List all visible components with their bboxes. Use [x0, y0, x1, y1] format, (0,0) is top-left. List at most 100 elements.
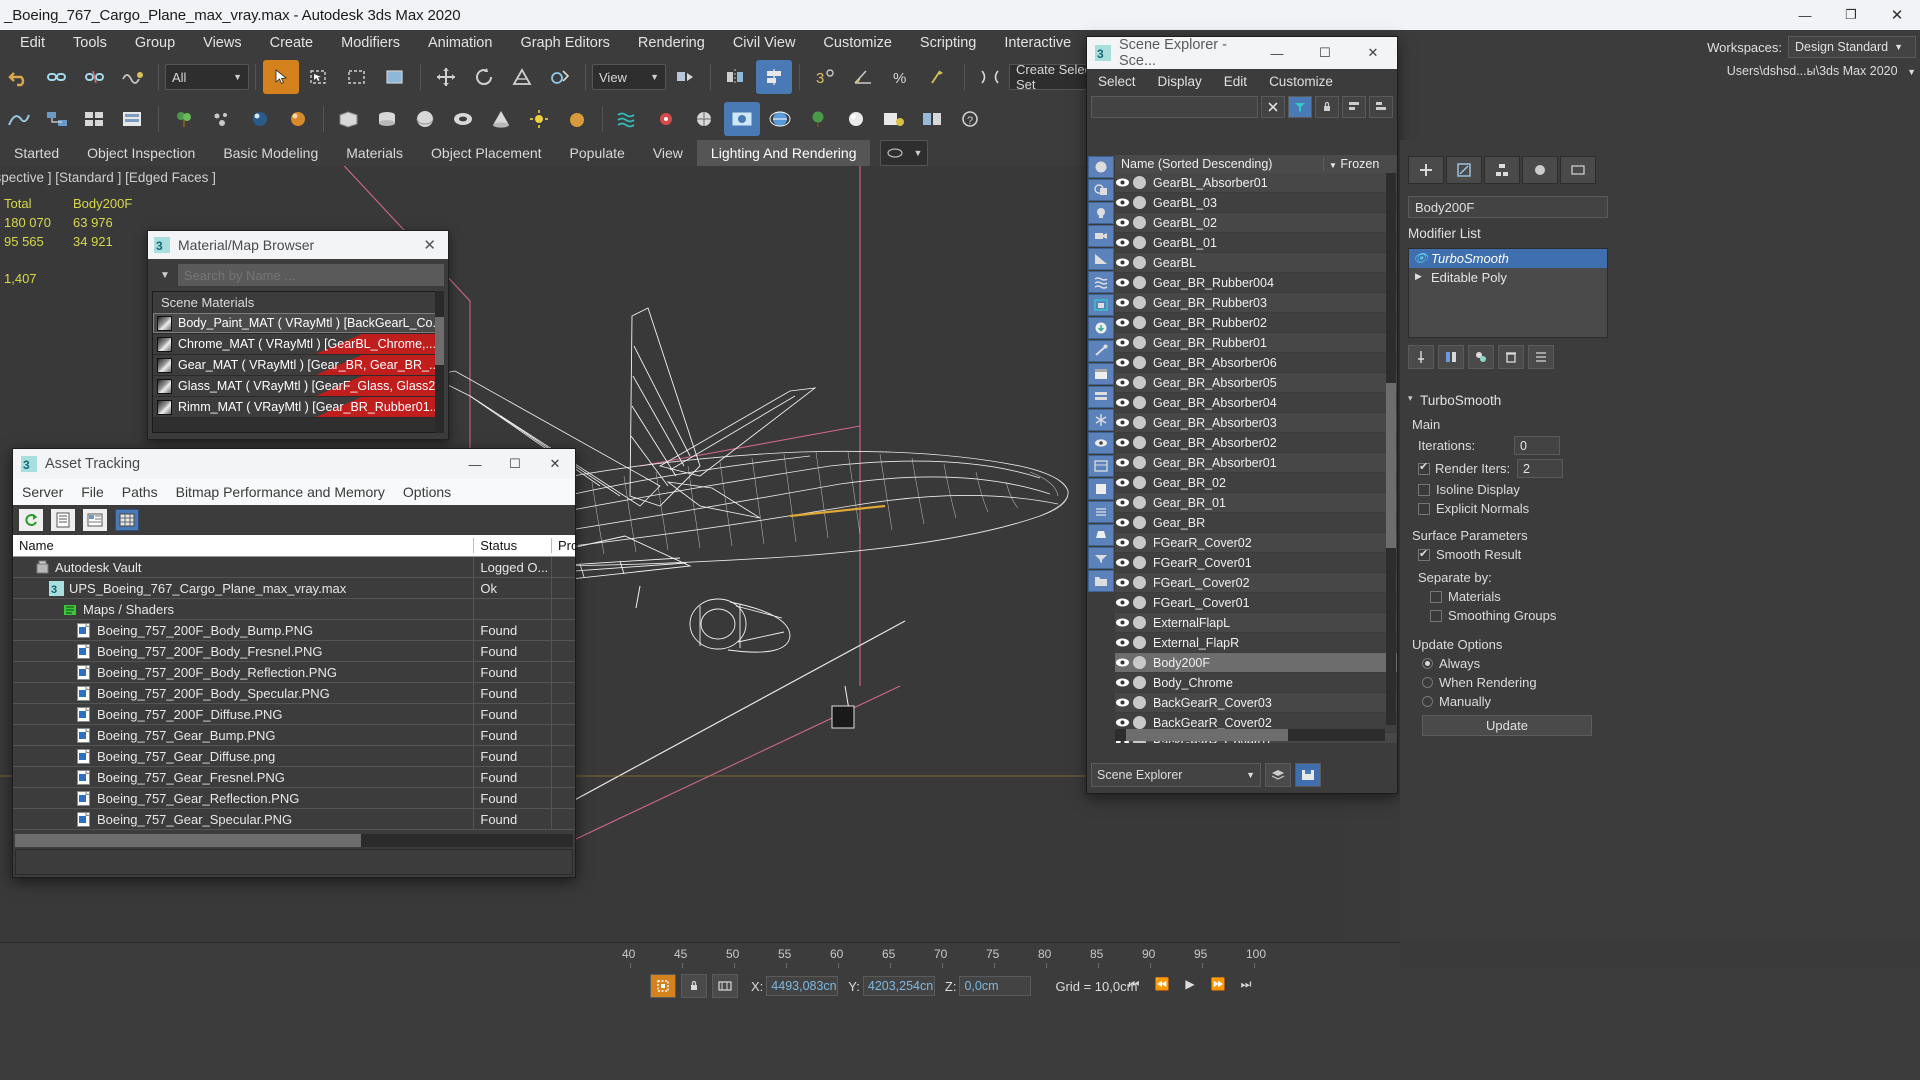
rollout-title[interactable]: TurboSmooth	[1408, 390, 1608, 411]
scene-object-row[interactable]: Gear_BR_Absorber06	[1115, 353, 1397, 372]
tab-modify[interactable]	[1446, 156, 1482, 184]
minimize-button[interactable]: —	[455, 449, 495, 479]
material-list-scrollbar[interactable]	[435, 291, 444, 433]
go-to-end-icon[interactable]: ⏭	[1234, 972, 1258, 996]
select-rotate-icon[interactable]	[466, 60, 502, 94]
separate-smoothing-groups-checkbox[interactable]	[1430, 609, 1442, 622]
environment-icon[interactable]	[686, 102, 722, 136]
scene-object-row[interactable]: FGearL_Cover01	[1115, 593, 1397, 612]
quad-menu-icon[interactable]	[914, 102, 950, 136]
scene-object-row[interactable]: External_FlapR	[1115, 633, 1397, 652]
use-pivot-point-icon[interactable]	[667, 60, 703, 94]
scene-object-row[interactable]: Body200F	[1115, 653, 1397, 672]
ribbon-tab-materials[interactable]: Materials	[332, 140, 417, 166]
eye-icon[interactable]	[1115, 177, 1133, 188]
eye-icon[interactable]	[1115, 637, 1133, 648]
cone-primitive-icon[interactable]	[483, 102, 519, 136]
material-list[interactable]: Scene Materials Body_Paint_MAT ( VRayMtl…	[152, 291, 444, 433]
separate-smoothing-groups-row[interactable]: Smoothing Groups	[1430, 608, 1608, 623]
eye-icon[interactable]	[1115, 397, 1133, 408]
tree-icon[interactable]	[800, 102, 836, 136]
bind-space-warp-icon[interactable]	[115, 60, 151, 94]
eye-icon[interactable]	[1115, 677, 1133, 688]
eye-icon[interactable]	[1115, 377, 1133, 388]
edit-named-selection-sets-icon[interactable]	[972, 60, 1008, 94]
rectangular-select-icon[interactable]	[339, 60, 375, 94]
asset-menu-bitmap-performance-and-memory[interactable]: Bitmap Performance and Memory	[167, 484, 394, 500]
make-unique-icon[interactable]	[1468, 345, 1494, 369]
menu-item-scripting[interactable]: Scripting	[906, 30, 990, 56]
scene-object-row[interactable]: Gear_BR_Rubber03	[1115, 293, 1397, 312]
layers-icon[interactable]	[1265, 763, 1291, 787]
filter-bones-icon[interactable]	[1088, 340, 1114, 362]
chevron-down-icon[interactable]: ▼	[152, 270, 178, 281]
scene-object-row[interactable]: Body_Chrome	[1115, 673, 1397, 692]
omni-light-icon[interactable]	[521, 102, 557, 136]
material-editor-icon[interactable]	[77, 102, 113, 136]
curve-editor-icon[interactable]	[1, 102, 37, 136]
ribbon-tab-view[interactable]: View	[639, 140, 697, 166]
update-when-rendering-row[interactable]: When Rendering	[1422, 675, 1608, 690]
globe-icon[interactable]	[762, 102, 798, 136]
asset-menu-server[interactable]: Server	[13, 484, 72, 500]
render-setup-icon[interactable]	[115, 102, 151, 136]
column-pro[interactable]: Pro	[551, 538, 578, 553]
scene-object-row[interactable]: GearBL_01	[1115, 233, 1397, 252]
scene-object-row[interactable]: Gear_BR_02	[1115, 473, 1397, 492]
z-field[interactable]: 0,0cm	[959, 976, 1032, 996]
timeline-ruler[interactable]: 40 45 50 55 60 65 70 75 80 85 90 95 100	[0, 942, 1400, 969]
filter-geometry-icon[interactable]	[1088, 156, 1114, 178]
go-to-start-icon[interactable]: ⏮	[1122, 972, 1146, 996]
scene-object-row[interactable]: Gear_BR	[1115, 513, 1397, 532]
scene-object-row[interactable]: FGearL_Cover02	[1115, 573, 1397, 592]
eye-icon[interactable]	[1115, 257, 1133, 268]
light-sphere-icon[interactable]	[838, 102, 874, 136]
scene-explorer-menu-customize[interactable]: Customize	[1258, 74, 1344, 89]
eye-icon[interactable]	[1115, 537, 1133, 548]
workspace-combo[interactable]: Design Standard ▼	[1788, 36, 1916, 58]
scene-explorer-menu-edit[interactable]: Edit	[1213, 74, 1258, 89]
eye-icon[interactable]	[1115, 237, 1133, 248]
asset-row[interactable]: Boeing_757_Gear_Specular.PNG Found	[13, 808, 575, 830]
scene-explorer-name-combo[interactable]: Scene Explorer ▼	[1091, 763, 1261, 787]
lock-selection-icon[interactable]	[681, 974, 707, 998]
tab-display[interactable]	[1560, 156, 1596, 184]
select-move-icon[interactable]	[428, 60, 464, 94]
tab-create[interactable]	[1408, 156, 1444, 184]
filter-xrefs-icon[interactable]	[1088, 317, 1114, 339]
scene-object-row[interactable]: Gear_BR_Absorber05	[1115, 373, 1397, 392]
asset-row[interactable]: Boeing_757_200F_Body_Specular.PNG Found	[13, 682, 575, 704]
tab-hierarchy[interactable]	[1484, 156, 1520, 184]
separate-materials-checkbox[interactable]	[1430, 590, 1442, 603]
menu-item-animation[interactable]: Animation	[414, 30, 506, 56]
scene-object-row[interactable]: FGearR_Cover01	[1115, 553, 1397, 572]
explicit-normals-checkbox[interactable]	[1418, 502, 1430, 515]
scene-explorer-menu-select[interactable]: Select	[1087, 74, 1147, 89]
filter-hidden-icon[interactable]	[1088, 432, 1114, 454]
scene-object-row[interactable]: GearBL_02	[1115, 213, 1397, 232]
x-field[interactable]: 4493,083cn	[766, 976, 839, 996]
unlink-icon[interactable]	[77, 60, 113, 94]
filter-helpers-icon[interactable]	[1088, 248, 1114, 270]
tab-motion[interactable]	[1522, 156, 1558, 184]
select-scale-icon[interactable]	[504, 60, 540, 94]
asset-row[interactable]: Boeing_757_200F_Diffuse.PNG Found	[13, 703, 575, 725]
maximize-button[interactable]: ☐	[495, 449, 535, 479]
collapse-all-icon[interactable]	[1369, 96, 1393, 118]
particle-icon[interactable]	[204, 102, 240, 136]
scene-object-row[interactable]: GearBL_03	[1115, 193, 1397, 212]
scene-object-row[interactable]: Gear_BR_Absorber02	[1115, 433, 1397, 452]
update-always-radio[interactable]	[1422, 658, 1433, 669]
scene-explorer-find-input[interactable]	[1091, 96, 1258, 118]
asset-menu-options[interactable]: Options	[394, 484, 460, 500]
modifier-eye-icon[interactable]: 👁	[1413, 251, 1428, 265]
asset-menu-file[interactable]: File	[72, 484, 113, 500]
eye-icon[interactable]	[1115, 317, 1133, 328]
y-field[interactable]: 4203,254cn	[862, 976, 935, 996]
isoline-display-checkbox[interactable]	[1418, 483, 1430, 496]
menu-item-create[interactable]: Create	[256, 30, 328, 56]
modifier-row[interactable]: ▶ Editable Poly	[1409, 268, 1607, 287]
close-button[interactable]: ✕	[1874, 0, 1920, 30]
column-name[interactable]: Name	[13, 538, 473, 553]
scene-object-row[interactable]: Gear_BR_Rubber02	[1115, 313, 1397, 332]
